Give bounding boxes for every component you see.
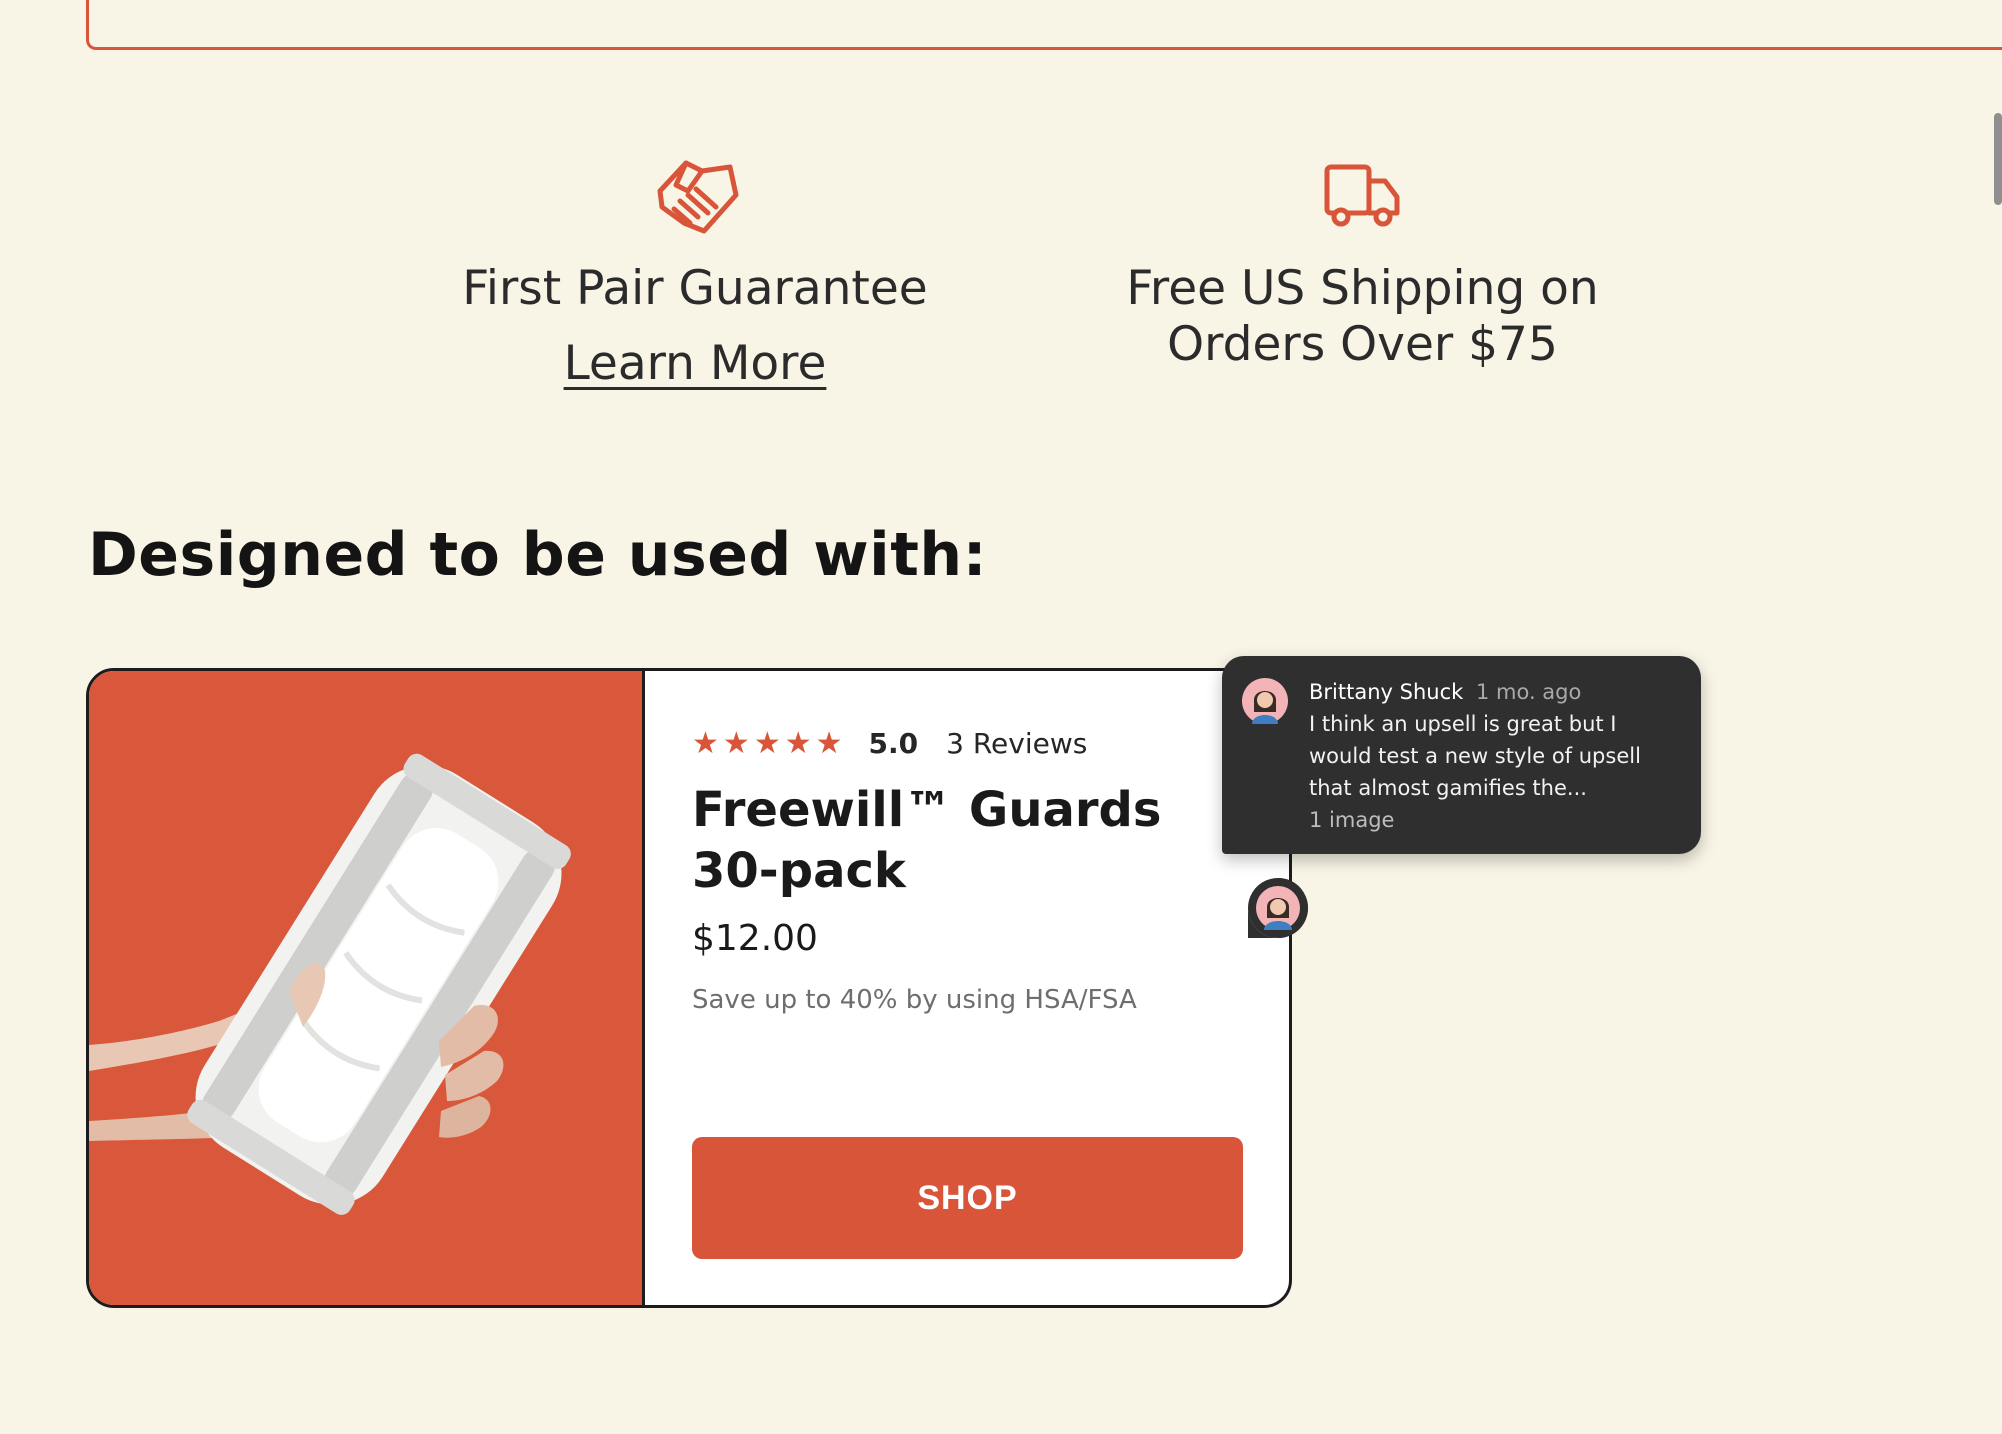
- section-heading: Designed to be used with:: [88, 520, 988, 590]
- product-title[interactable]: Freewill™ Guards 30-pack: [692, 780, 1212, 902]
- product-price: $12.00: [692, 918, 818, 959]
- shipping-title: Free US Shipping on Orders Over $75: [1090, 261, 1635, 373]
- product-title-line1: Freewill™ Guards: [692, 782, 1162, 838]
- rating-value: 5.0: [868, 727, 919, 760]
- scrollbar-thumb[interactable]: [1994, 113, 2002, 205]
- comment-header: Brittany Shuck 1 mo. ago: [1309, 678, 1677, 706]
- shipping-title-line1: Free US Shipping on: [1126, 261, 1599, 316]
- comment-text-line2: would test a new style of upsell: [1309, 744, 1641, 768]
- comment-text-line3: that almost gamifies the...: [1309, 776, 1587, 800]
- star-icon: ★: [753, 725, 781, 761]
- product-info: ★ ★ ★ ★ ★ 5.0 3 Reviews Freewill™ Guards…: [645, 671, 1289, 1305]
- star-icon: ★: [692, 725, 719, 761]
- feature-guarantee: First Pair Guarantee Learn More: [430, 155, 960, 392]
- learn-more-link[interactable]: Learn More: [564, 336, 827, 392]
- guarantee-title: First Pair Guarantee: [462, 261, 928, 316]
- shop-button[interactable]: SHOP: [692, 1137, 1243, 1259]
- comment-popup[interactable]: Brittany Shuck 1 mo. ago I think an upse…: [1222, 656, 1701, 854]
- product-title-line2: 30-pack: [692, 843, 906, 899]
- comment-text: I think an upsell is great but I would t…: [1309, 708, 1677, 804]
- star-rating: ★ ★ ★ ★ ★: [692, 725, 843, 761]
- truck-icon: [1324, 164, 1399, 227]
- product-guard-illustration: [89, 753, 571, 1215]
- star-icon: ★: [784, 725, 812, 761]
- product-image[interactable]: [89, 671, 645, 1305]
- comment-author: Brittany Shuck: [1309, 680, 1464, 704]
- user-avatar: [1242, 678, 1288, 724]
- top-panel-border: [86, 0, 2002, 50]
- comment-marker-pin[interactable]: [1246, 876, 1310, 940]
- comment-time: 1 mo. ago: [1475, 680, 1582, 704]
- comment-text-line1: I think an upsell is great but I: [1309, 712, 1617, 736]
- star-icon: ★: [722, 725, 750, 761]
- rating-row[interactable]: ★ ★ ★ ★ ★ 5.0 3 Reviews: [692, 727, 1241, 760]
- product-card: ★ ★ ★ ★ ★ 5.0 3 Reviews Freewill™ Guards…: [86, 668, 1292, 1308]
- review-count-link[interactable]: 3 Reviews: [946, 727, 1087, 760]
- star-icon: ★: [815, 725, 843, 761]
- comment-attachment: 1 image: [1309, 808, 1395, 832]
- feature-shipping: Free US Shipping on Orders Over $75: [1090, 155, 1635, 373]
- hsa-note: Save up to 40% by using HSA/FSA: [692, 985, 1137, 1015]
- shipping-title-line2: Orders Over $75: [1167, 317, 1558, 372]
- handshake-icon: [657, 160, 739, 234]
